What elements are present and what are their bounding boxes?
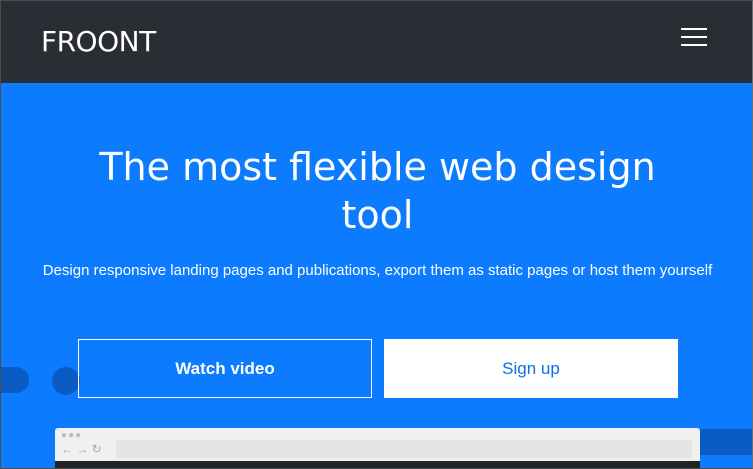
browser-preview: ●●● ← → ↻ — [55, 428, 700, 468]
hero-section: The most flexible web design tool Design… — [1, 83, 752, 468]
menu-line — [681, 44, 707, 46]
froont-logo[interactable]: FROONT — [41, 25, 156, 59]
menu-line — [681, 28, 707, 30]
watch-video-button[interactable]: Watch video — [78, 339, 372, 398]
decorative-block — [699, 429, 752, 455]
decorative-dot — [52, 367, 80, 395]
menu-line — [681, 36, 707, 38]
decorative-dot — [1, 367, 29, 393]
browser-nav-icons: ← → ↻ — [61, 442, 102, 456]
page-frame: FROONT The most flexible web design tool… — [0, 0, 753, 469]
browser-content-preview — [55, 461, 700, 468]
hero-subline: Design responsive landing pages and publ… — [42, 262, 713, 279]
window-controls-icon: ●●● — [61, 430, 83, 441]
hamburger-menu-icon[interactable] — [675, 23, 713, 51]
site-header: FROONT — [1, 1, 752, 83]
sign-up-button[interactable]: Sign up — [384, 339, 678, 398]
browser-url-bar — [116, 440, 692, 458]
hero-headline: The most flexible web design tool — [99, 145, 656, 237]
